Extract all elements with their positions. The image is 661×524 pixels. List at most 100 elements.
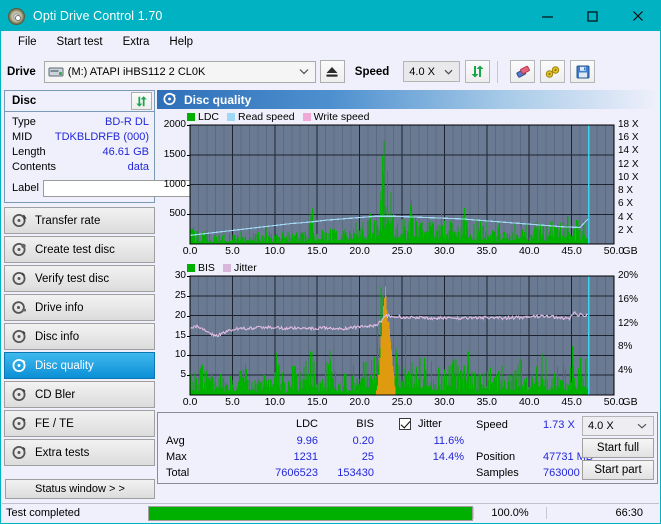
y-axis-tickmark — [187, 295, 190, 297]
drive-info-icon — [12, 300, 27, 315]
disc-type-label: Type — [12, 116, 36, 128]
disc-fete-icon — [12, 416, 27, 431]
sidebar-label: Disc quality — [35, 359, 94, 372]
col-header-ldc: LDC — [295, 418, 318, 430]
test-speed-select[interactable]: 4.0 X — [582, 416, 654, 436]
legend-label: LDC — [198, 110, 220, 123]
chevron-down-icon[interactable] — [299, 62, 309, 82]
legend-label: Read speed — [238, 110, 295, 123]
ldc-total: 7606523 — [275, 467, 318, 479]
y-axis-tick: 25 — [174, 289, 186, 301]
menu-help[interactable]: Help — [160, 34, 202, 50]
legend-read-speed: Read speed — [227, 111, 295, 123]
col-header-bis: BIS — [356, 418, 374, 430]
toolbar-divider — [497, 60, 499, 83]
disc-refresh-button[interactable] — [131, 92, 152, 110]
menu-extra[interactable]: Extra — [114, 34, 159, 50]
top-chart-plot: 500 1000 1500 2000 2 X4 X6 X8 X 10 X 12 X 14 X1… — [157, 119, 658, 259]
menu-bar: File Start test Extra Help — [1, 31, 660, 53]
menu-file[interactable]: File — [9, 34, 46, 50]
x-axis-tick: 25.0 — [391, 396, 413, 408]
disc-row-type: Type BD-R DL — [12, 115, 149, 130]
x-axis-tick: 15.0 — [306, 245, 328, 257]
x-axis-tick: 0.0 — [182, 396, 198, 408]
disc-panel-header: Disc — [5, 91, 154, 112]
sidebar-item-disc-info[interactable]: Disc info — [4, 323, 155, 350]
status-text: Test completed — [6, 507, 80, 519]
window-title: Opti Drive Control 1.70 — [33, 9, 163, 23]
legend-swatch — [187, 112, 195, 121]
top-chart: LDC Read speed Write speed 500 1000 1500 20… — [157, 109, 658, 259]
disc-extra-icon — [12, 445, 27, 460]
speed-select[interactable]: 4.0 X — [403, 61, 461, 82]
sidebar-item-transfer-rate[interactable]: Transfer rate — [4, 207, 155, 234]
sidebar-item-fe-te[interactable]: FE / TE — [4, 410, 155, 437]
disc-check-icon — [12, 271, 27, 286]
legend-label: Write speed — [313, 110, 370, 123]
disc-properties: Type BD-R DL MID TDKBLDRFB (000) Length … — [5, 112, 247, 202]
bottom-chart-legend: BIS Jitter — [157, 260, 658, 274]
x-axis-tick: 35.0 — [476, 245, 498, 257]
y-axis-tick: 2000 — [163, 119, 186, 130]
sidebar-item-create-test-disc[interactable]: Create test disc — [4, 236, 155, 263]
x-axis-tick: 50.0 — [603, 396, 625, 408]
status-bar: Test completed 100.0% 66:30 — [2, 503, 659, 522]
chevron-down-icon[interactable] — [444, 62, 453, 81]
sidebar-item-verify-test-disc[interactable]: Verify test disc — [4, 265, 155, 292]
chevron-down-icon[interactable] — [637, 417, 647, 435]
status-window-button[interactable]: Status window > > — [5, 479, 155, 499]
tools-button[interactable] — [540, 60, 566, 83]
legend-ldc: LDC — [187, 111, 219, 123]
menu-start-test[interactable]: Start test — [48, 34, 112, 50]
samples-label: Samples — [476, 467, 519, 479]
y2-axis-tick: 12 X — [618, 158, 639, 170]
start-part-button[interactable]: Start part — [582, 460, 654, 480]
sidebar-item-extra-tests[interactable]: Extra tests — [4, 439, 155, 466]
y2-axis-tick: 2 X — [618, 224, 634, 236]
sidebar-item-disc-quality[interactable]: Disc quality — [4, 352, 155, 379]
panel-title: Disc quality — [184, 92, 252, 107]
y2-axis-tick: 16 X — [618, 132, 639, 144]
y-axis-tick: 20 — [174, 309, 186, 321]
y2-axis-tick: 8 X — [618, 185, 634, 197]
x-axis-tick: 5.0 — [225, 396, 240, 408]
disc-quality-icon — [163, 92, 178, 107]
start-full-button[interactable]: Start full — [582, 438, 654, 458]
y2-axis-tick: 4 X — [618, 211, 634, 223]
legend-label: BIS — [198, 261, 215, 274]
y-axis-tick: 5 — [180, 369, 186, 381]
erase-button[interactable] — [510, 60, 536, 83]
eject-button[interactable] — [319, 60, 345, 83]
main-panel: Disc quality LDC Read speed Write speed … — [157, 90, 660, 515]
row-header-total: Total — [166, 467, 190, 479]
disc-type-value: BD-R DL — [104, 116, 149, 128]
minimize-icon[interactable] — [525, 1, 570, 31]
refresh-button[interactable] — [465, 60, 491, 83]
disc-bler-icon — [12, 387, 27, 402]
row-header-avg: Avg — [166, 435, 185, 447]
sidebar: Disc Type BD-R DL MID TDKBLDRFB (000) Le… — [1, 90, 247, 515]
panel-header: Disc quality — [157, 90, 658, 109]
sidebar-label: Disc info — [35, 330, 80, 343]
bis-max: 25 — [361, 451, 374, 463]
row-header-max: Max — [166, 451, 187, 463]
legend-jitter: Jitter — [222, 262, 257, 274]
y-axis-tick: 10 — [174, 349, 186, 361]
app-disc-icon — [8, 7, 25, 25]
maximize-icon[interactable] — [570, 1, 615, 31]
save-button[interactable] — [570, 60, 596, 83]
x-axis-tick: 45.0 — [561, 396, 582, 408]
close-icon[interactable] — [615, 1, 660, 31]
legend-swatch — [227, 112, 236, 121]
drive-select[interactable]: (M:) ATAPI iHBS112 2 CL0K — [43, 60, 316, 83]
sidebar-item-drive-info[interactable]: Drive info — [4, 294, 155, 321]
disc-burn-icon — [12, 242, 27, 257]
x-axis-tick: 40.0 — [518, 245, 540, 257]
content-area: Disc Type BD-R DL MID TDKBLDRFB (000) Le… — [1, 90, 660, 515]
speed-stat-label: Speed — [476, 419, 508, 431]
disc-panel-title: Disc — [12, 95, 37, 107]
sidebar-item-cd-bler[interactable]: CD Bler — [4, 381, 155, 408]
jitter-checkbox[interactable] — [399, 418, 411, 430]
y-axis-tick: 1000 — [163, 178, 186, 190]
y-axis-tickmark — [187, 154, 190, 156]
